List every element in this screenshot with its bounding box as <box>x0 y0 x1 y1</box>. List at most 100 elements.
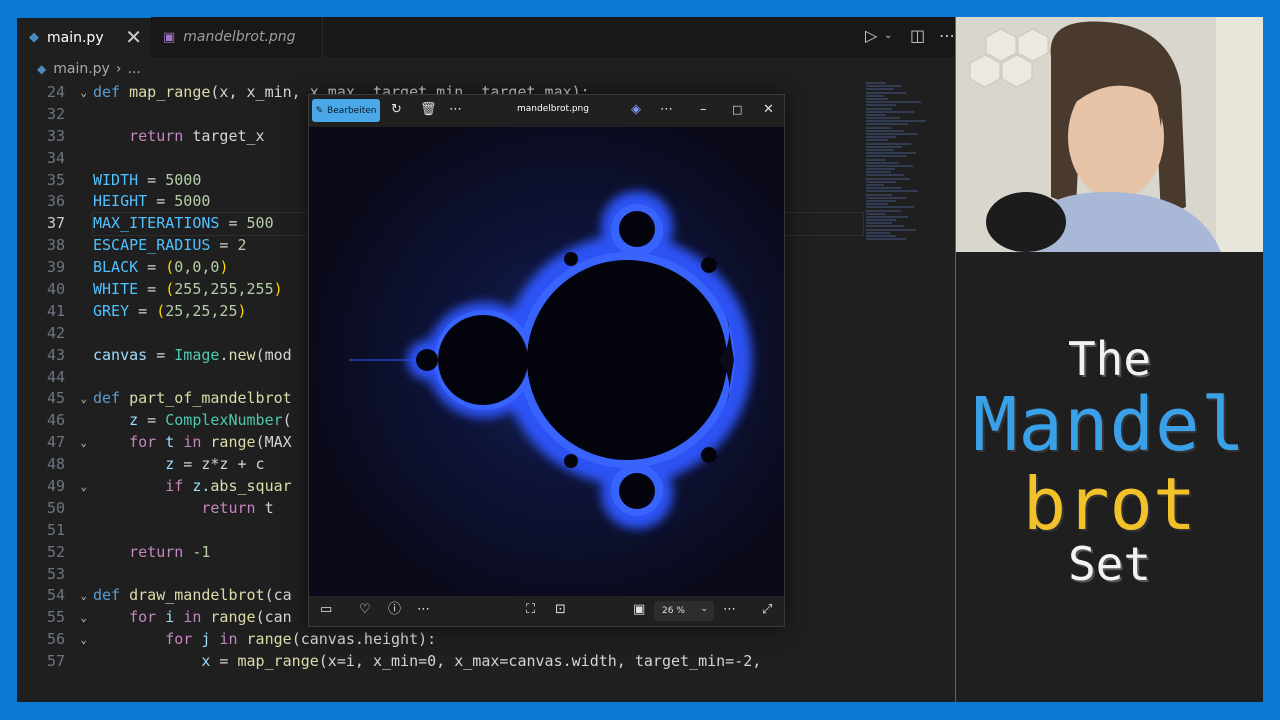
code-line: x = map_range(x=i, x_min=0, x_max=canvas… <box>201 652 762 671</box>
delete-icon[interactable]: 🗑 <box>420 103 437 117</box>
chevron-down-icon[interactable]: ⌄ <box>884 30 892 41</box>
more-icon[interactable]: ⋯ <box>417 603 430 617</box>
minimap-line <box>866 139 888 142</box>
edit-icon: ✎ <box>315 105 324 116</box>
code-line: for j in range(canvas.height): <box>165 630 437 649</box>
fit-icon[interactable]: ⛶ <box>526 603 535 617</box>
split-editor-icon[interactable]: ◫ <box>910 26 925 45</box>
tab-label: main.py <box>47 29 104 46</box>
rotate-icon[interactable]: ↻ <box>391 103 402 117</box>
minimap[interactable] <box>866 82 946 282</box>
minimap-line <box>866 97 888 100</box>
minimap-line <box>866 196 906 199</box>
breadcrumb-rest[interactable]: ... <box>127 61 140 77</box>
minimap-line <box>866 171 891 174</box>
minimap-line <box>866 212 886 215</box>
minimap-line <box>866 107 892 110</box>
minimap-line <box>866 235 896 237</box>
fold-chevron-icon[interactable]: ⌄ <box>80 388 87 410</box>
line-gutter: 24 ⌄ 32 33 34 35 36 37 38 39 40 41 42 43 44 45 ⌄ 46 47 ⌄ 48 4… <box>17 82 93 673</box>
tab-bar: ◆ main.py ✕ ▣ mandelbrot.png ▷ ⌄ ◫ ⋯ <box>17 17 955 57</box>
minimap-line <box>866 145 902 148</box>
minimize-icon[interactable]: – <box>700 103 707 117</box>
minimap-line <box>866 187 902 190</box>
run-icon[interactable]: ▷ <box>865 26 877 45</box>
line-number: 40 <box>46 280 65 299</box>
close-icon[interactable]: ✕ <box>763 103 774 117</box>
minimap-line <box>866 136 896 139</box>
line-number: 37 <box>46 214 65 233</box>
tab-main-py[interactable]: ◆ main.py ✕ <box>17 17 151 57</box>
minimap-line <box>866 168 895 171</box>
viewer-titlebar: ✎ Bearbeiten ↻ 🗑 ⋯ mandelbrot.png ◈ ⋯ – … <box>309 95 784 127</box>
line-number: 43 <box>46 345 65 364</box>
line-number: 36 <box>46 192 65 211</box>
fit-window-icon[interactable]: ▣ <box>633 603 645 617</box>
minimap-line <box>866 94 884 97</box>
minimap-line <box>866 120 926 123</box>
title-word-brot: brot <box>1022 462 1197 546</box>
video-title-panel: The Mandel brot Set <box>956 252 1263 702</box>
mandelbrot-render <box>309 127 784 596</box>
more-icon[interactable]: ⋯ <box>660 103 673 117</box>
line-number: 38 <box>46 236 65 255</box>
minimap-line <box>866 126 891 129</box>
info-icon[interactable]: ⓘ <box>388 603 401 617</box>
viewer-bottombar: ▭ ♡ ⓘ ⋯ ⛶ ⊡ ▣ 26 % ⌄ ⋯ ⤢ <box>309 595 784 626</box>
minimap-line <box>866 152 916 155</box>
fold-chevron-icon[interactable]: ⌄ <box>80 476 87 498</box>
minimap-line <box>866 231 890 234</box>
tab-mandelbrot-png[interactable]: ▣ mandelbrot.png <box>151 17 323 57</box>
copilot-icon[interactable]: ◈ <box>631 103 641 117</box>
maximize-icon[interactable]: □ <box>732 103 742 117</box>
minimap-line <box>866 174 904 177</box>
fold-chevron-icon[interactable]: ⌄ <box>80 629 87 651</box>
minimap-line <box>866 142 911 145</box>
minimap-line <box>866 219 896 222</box>
image-viewer-window: ✎ Bearbeiten ↻ 🗑 ⋯ mandelbrot.png ◈ ⋯ – … <box>308 94 785 627</box>
minimap-line <box>866 85 901 88</box>
minimap-line <box>866 91 906 94</box>
fullscreen-icon[interactable]: ⤢ <box>762 603 772 617</box>
minimap-line <box>866 113 886 116</box>
image-file-icon: ▣ <box>163 29 176 45</box>
minimap-line <box>866 82 886 84</box>
edit-button[interactable]: ✎ Bearbeiten <box>312 99 380 122</box>
zoom-select[interactable]: 26 % ⌄ <box>654 601 714 621</box>
webcam-feed <box>956 17 1263 252</box>
minimap-line <box>866 180 896 183</box>
fold-chevron-icon[interactable]: ⌄ <box>80 607 87 629</box>
filmstrip-icon[interactable]: ▭ <box>320 603 332 617</box>
minimap-line <box>866 88 894 91</box>
minimap-line <box>866 155 906 158</box>
line-number: 53 <box>46 564 65 583</box>
breadcrumb-separator-icon: › <box>115 61 122 77</box>
minimap-line <box>866 161 899 164</box>
mandelbrot-image <box>309 127 784 596</box>
minimap-line <box>866 206 914 209</box>
title-word-mandel: Mandel <box>972 382 1247 468</box>
line-number: 57 <box>46 652 65 671</box>
line-number: 41 <box>46 301 65 320</box>
minimap-line <box>866 104 896 107</box>
more-icon[interactable]: ⋯ <box>449 103 462 117</box>
close-icon[interactable]: ✕ <box>125 26 142 48</box>
minimap-line <box>866 190 918 193</box>
minimap-line <box>866 123 908 126</box>
fold-chevron-icon[interactable]: ⌄ <box>80 432 87 454</box>
more-icon[interactable]: ⋯ <box>723 603 736 617</box>
breadcrumb-file[interactable]: main.py <box>53 61 110 77</box>
line-number: 39 <box>46 258 65 277</box>
minimap-line <box>866 199 896 202</box>
fold-chevron-icon[interactable]: ⌄ <box>80 82 87 104</box>
favorite-icon[interactable]: ♡ <box>359 603 371 617</box>
minimap-line <box>866 148 894 151</box>
webcam-image <box>956 17 1263 252</box>
breadcrumb: ◆ main.py › ... <box>17 57 955 81</box>
line-number: 24 ⌄ <box>17 82 93 104</box>
chevron-down-icon: ⌄ <box>700 604 708 614</box>
more-icon[interactable]: ⋯ <box>939 26 955 45</box>
fold-chevron-icon[interactable]: ⌄ <box>80 585 87 607</box>
line-number: 48 <box>46 455 65 474</box>
actual-size-icon[interactable]: ⊡ <box>555 603 566 617</box>
